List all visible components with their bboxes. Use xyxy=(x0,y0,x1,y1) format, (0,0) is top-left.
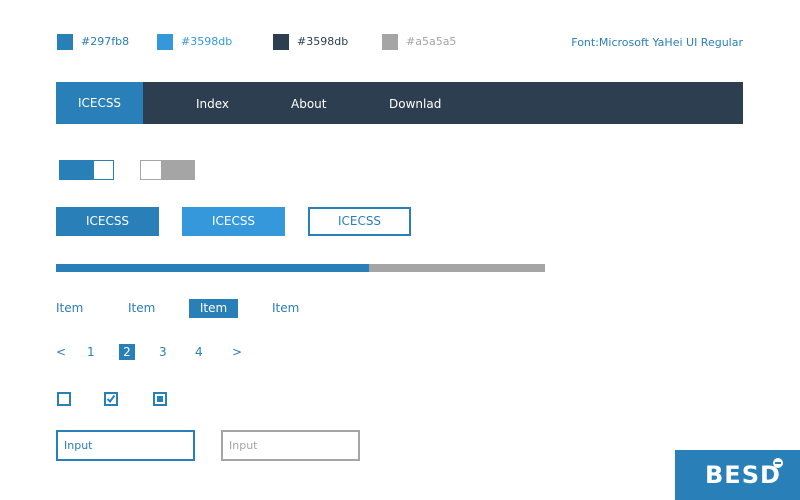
pagination-page-3[interactable]: 3 xyxy=(159,344,167,360)
text-input[interactable] xyxy=(56,430,195,461)
checkbox-checked[interactable] xyxy=(104,392,118,406)
swatch-gray: #a5a5a5 xyxy=(382,34,456,50)
outline-button[interactable]: ICECSS xyxy=(308,207,411,236)
tab-item-3-active[interactable]: Item xyxy=(189,299,238,318)
logo-text: BESD xyxy=(705,461,781,489)
swatch-chip xyxy=(273,34,289,50)
pagination-page-4[interactable]: 4 xyxy=(195,344,203,360)
pagination-page-1[interactable]: 1 xyxy=(87,344,95,360)
swatch-light: #3598db xyxy=(157,34,232,50)
swatch-label: #a5a5a5 xyxy=(406,35,457,48)
checkmark-icon xyxy=(106,394,116,404)
toggle-fill xyxy=(60,161,94,179)
navbar: ICECSS Index About Downlad xyxy=(56,82,743,124)
pagination-page-2-current[interactable]: 2 xyxy=(119,344,135,360)
swatch-chip xyxy=(157,34,173,50)
toggle-switch-off[interactable] xyxy=(140,160,195,180)
swatch-chip xyxy=(382,34,398,50)
font-label: Font:Microsoft YaHei UI Regular xyxy=(571,36,743,49)
pagination-prev[interactable]: < xyxy=(56,344,66,360)
progress-bar xyxy=(56,264,545,272)
checkbox-unchecked[interactable] xyxy=(57,392,71,406)
light-button[interactable]: ICECSS xyxy=(182,207,285,236)
tab-item-2[interactable]: Item xyxy=(128,299,155,318)
text-input-disabled[interactable] xyxy=(221,430,360,461)
besd-logo: BESD xyxy=(675,450,800,500)
chat-bubble-icon xyxy=(773,458,783,468)
primary-button[interactable]: ICECSS xyxy=(56,207,159,236)
nav-link-download[interactable]: Downlad xyxy=(389,82,441,124)
swatch-label: #3598db xyxy=(181,35,233,48)
swatch-label: #3598db xyxy=(297,35,349,48)
nav-link-about[interactable]: About xyxy=(291,82,326,124)
indeterminate-square-icon xyxy=(157,396,163,402)
swatch-primary: #297fb8 xyxy=(57,34,129,50)
nav-brand[interactable]: ICECSS xyxy=(56,82,143,124)
swatch-dark: #3598db xyxy=(273,34,348,50)
swatch-label: #297fb8 xyxy=(81,35,130,48)
nav-link-index[interactable]: Index xyxy=(196,82,229,124)
tab-item-1[interactable]: Item xyxy=(56,299,83,318)
swatch-chip xyxy=(57,34,73,50)
tab-item-4[interactable]: Item xyxy=(272,299,299,318)
progress-fill xyxy=(56,264,369,272)
toggle-knob xyxy=(141,161,161,179)
checkbox-indeterminate[interactable] xyxy=(153,392,167,406)
pagination-next[interactable]: > xyxy=(232,344,242,360)
toggle-switch-on[interactable] xyxy=(59,160,114,180)
